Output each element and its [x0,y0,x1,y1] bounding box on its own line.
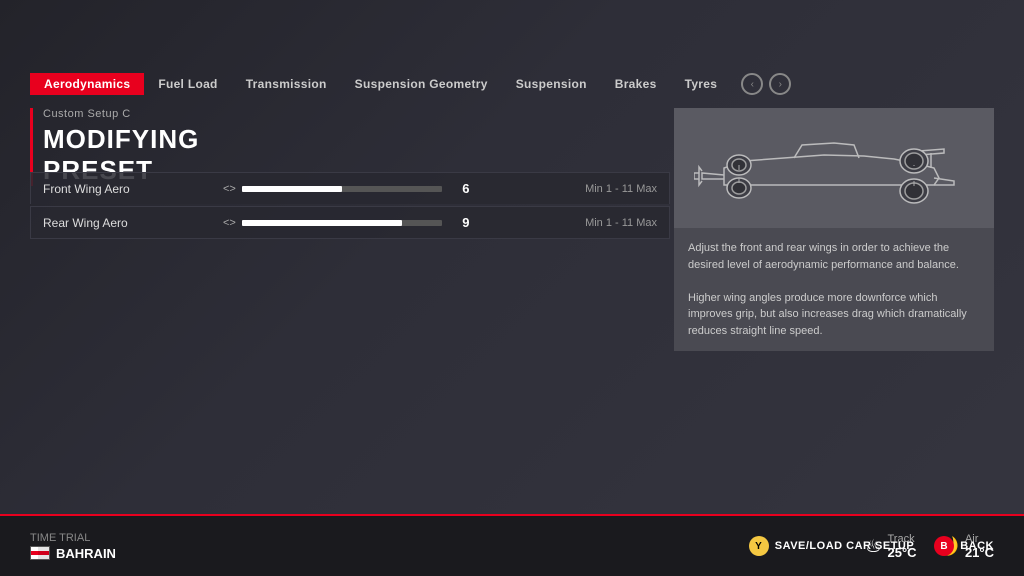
info-panel: Adjust the front and rear wings in order… [674,108,994,351]
race-info: Time Trial BAHRAIN [30,532,116,561]
setting-name-rear-wing: Rear Wing Aero [43,216,223,230]
title-sub: Custom Setup C [43,108,310,120]
b-button-icon: B [934,536,954,556]
action-buttons: Y SAVE/LOAD CAR SETUP B BACK [749,516,994,576]
setting-value-rear-wing: 9 [456,215,476,230]
nav-bar: Aerodynamics Fuel Load Transmission Susp… [30,68,994,100]
setting-row-front-wing: Front Wing Aero <> 6 Min 1 - 11 Max [30,172,670,204]
slider-fill-rear-wing [242,220,402,226]
bahrain-flag-icon [30,546,50,560]
bottom-bar: Time Trial BAHRAIN ♨ Track 25°C 🌙 Air 21… [0,516,1024,576]
tab-transmission[interactable]: Transmission [232,73,341,95]
info-description: Adjust the front and rear wings in order… [674,228,994,351]
setting-name-front-wing: Front Wing Aero [43,182,223,196]
tab-tyres[interactable]: Tyres [671,73,732,95]
back-button[interactable]: B BACK [934,536,994,556]
control-arrows-rear-wing[interactable]: <> [223,217,236,229]
save-load-label: SAVE/LOAD CAR SETUP [775,540,914,552]
location-name: BAHRAIN [56,546,116,561]
slider-bar-front-wing[interactable] [242,186,442,192]
setting-control-rear-wing: <> 9 [223,215,585,230]
slider-bar-rear-wing[interactable] [242,220,442,226]
settings-panel: Front Wing Aero <> 6 Min 1 - 11 Max Rear… [30,172,670,241]
y-button-icon: Y [749,536,769,556]
setting-value-front-wing: 6 [456,181,476,196]
slider-fill-front-wing [242,186,342,192]
setting-range-rear-wing: Min 1 - 11 Max [585,217,657,229]
tab-suspension[interactable]: Suspension [502,73,601,95]
setting-row-rear-wing: Rear Wing Aero <> 9 Min 1 - 11 Max [30,206,670,239]
setting-range-front-wing: Min 1 - 11 Max [585,183,657,195]
next-arrow[interactable]: › [769,73,791,95]
prev-arrow[interactable]: ‹ [741,73,763,95]
race-type: Time Trial [30,532,116,544]
tab-brakes[interactable]: Brakes [601,73,671,95]
tab-fuel-load[interactable]: Fuel Load [144,73,231,95]
control-arrows-front-wing[interactable]: <> [223,183,236,195]
nav-arrows: ‹ › [741,73,791,95]
tab-suspension-geometry[interactable]: Suspension Geometry [341,73,502,95]
car-diagram [694,123,974,213]
race-location: BAHRAIN [30,546,116,561]
car-image-area [674,108,994,228]
back-label: BACK [960,540,994,552]
tab-aerodynamics[interactable]: Aerodynamics [30,73,144,95]
setting-control-front-wing: <> 6 [223,181,585,196]
save-load-button[interactable]: Y SAVE/LOAD CAR SETUP [749,536,914,556]
